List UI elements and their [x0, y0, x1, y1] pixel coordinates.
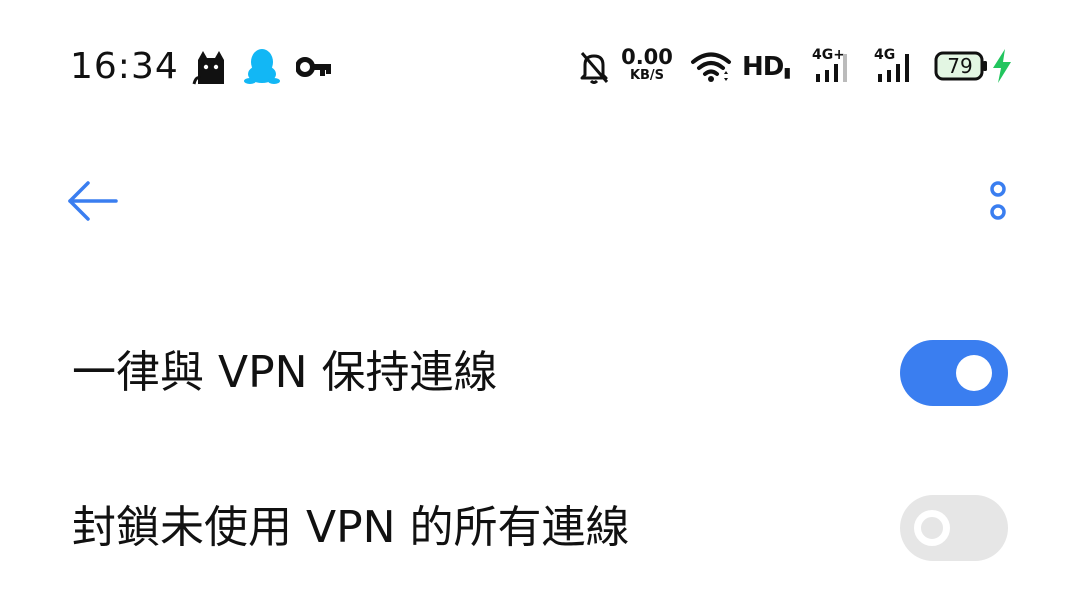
cat-icon: [192, 51, 224, 85]
setting-row-always-on-vpn[interactable]: 一律與 VPN 保持連線: [0, 308, 1080, 438]
network-speed-unit: KB/S: [629, 68, 665, 83]
setting-row-block-non-vpn[interactable]: 封鎖未使用 VPN 的所有連線: [0, 463, 1080, 593]
signal-icon: [878, 54, 909, 82]
hd-voice-label: HD▮: [742, 52, 791, 82]
bell-muted-icon: [580, 52, 609, 84]
arrow-left-icon[interactable]: [60, 176, 124, 226]
status-time: 16:34: [70, 46, 179, 87]
network-speed: 0.00 KB/S: [620, 46, 674, 84]
block-non-vpn-toggle[interactable]: [900, 495, 1008, 561]
status-bar: 16:34 0.00 KB/S HD▮ 4G+ 4G 79: [0, 0, 1080, 136]
vpn-key-icon: [296, 57, 331, 77]
network-speed-value: 0.00: [621, 45, 673, 69]
always-on-vpn-toggle[interactable]: [900, 340, 1008, 406]
qq-penguin-icon: [244, 49, 280, 84]
signal-icon: [816, 54, 847, 82]
setting-label-always-on-vpn: 一律與 VPN 保持連線: [72, 347, 498, 398]
charging-bolt-icon: [993, 49, 1011, 83]
toggle-knob: [956, 355, 992, 391]
toggle-knob: [914, 510, 950, 546]
setting-label-block-non-vpn: 封鎖未使用 VPN 的所有連線: [72, 502, 630, 553]
wifi-icon: [691, 52, 731, 82]
hd-voice-text: HD: [742, 52, 784, 82]
more-vertical-icon[interactable]: [978, 176, 1018, 226]
battery-level: 79: [947, 54, 973, 78]
